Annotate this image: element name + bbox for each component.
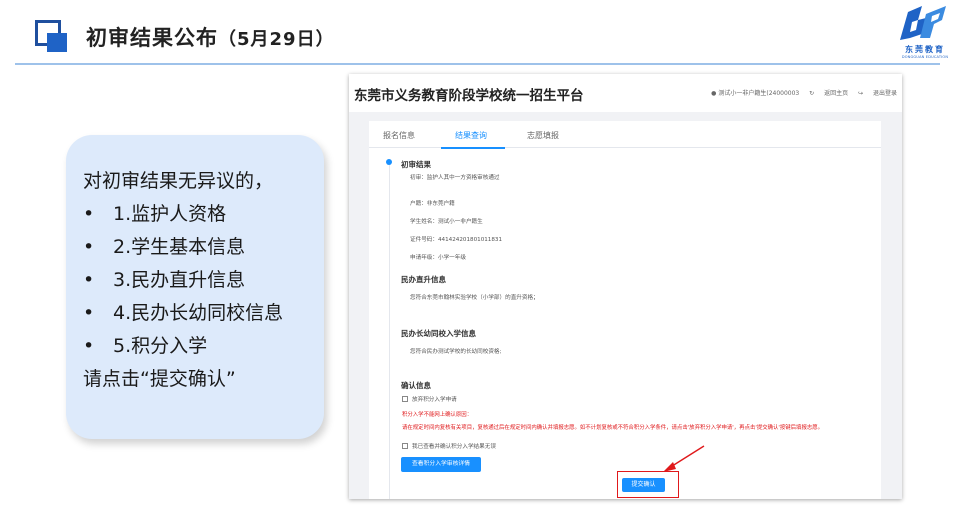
direct-section-title: 民办直升信息: [401, 275, 446, 284]
home-link[interactable]: ↻ 返回主页: [809, 90, 848, 97]
callout-item: • 4.民办长幼同校信息: [83, 297, 324, 330]
giveup-checkbox[interactable]: 放弃积分入学申请: [402, 395, 457, 403]
callout-item: • 5.积分入学: [83, 330, 324, 363]
slide-corner-icon: [35, 20, 67, 52]
reason-label: 积分入学不能网上确认原因：: [402, 412, 473, 418]
sibling-section-text: 您符合民办测试学校的长幼同校资格;: [410, 349, 502, 355]
header-divider: [15, 63, 940, 65]
confirm-checkbox[interactable]: 我已查看并确认积分入学结果无误: [402, 442, 496, 450]
reason-text: 请在规定时间内复核有关项目，复核通过后在规定时间内确认并填报志愿。如不计划复核或…: [402, 425, 824, 431]
submit-confirm-button[interactable]: 提交确认: [622, 478, 665, 492]
field-household: 户籍：非东莞户籍: [410, 201, 455, 207]
slide-title: 初审结果公布（5月29日）: [86, 22, 335, 52]
field-id-number: 证件号码：441424201801011831: [410, 237, 503, 243]
user-icon: ●: [711, 90, 717, 97]
direct-section-text: 您符合东莞市翰林实验学校（小学部）的直升资格；: [410, 295, 539, 301]
field-grade: 申请年级：小学一年级: [410, 255, 466, 261]
logout-link[interactable]: ↪ 退出登录: [858, 90, 897, 97]
callout-intro: 对初审结果无异议的，: [83, 170, 274, 192]
platform-header: 东莞市义务教育阶段学校统一招生平台 ● 测试小一非户籍生(24000003 ↻ 返…: [349, 74, 902, 112]
sibling-section-title: 民办长幼同校入学信息: [401, 329, 476, 338]
timeline-dot-icon: [386, 159, 392, 165]
bullet-icon: •: [83, 269, 95, 291]
checkbox-icon[interactable]: [402, 396, 408, 402]
callout-item: • 3.民办直升信息: [83, 264, 324, 297]
logo-text: 东莞教育: [905, 45, 945, 54]
tab-volunteer-fill[interactable]: 志愿填报: [527, 130, 559, 141]
bullet-icon: •: [83, 236, 95, 258]
instruction-callout: 对初审结果无异议的， • 1.监护人资格 • 2.学生基本信息 • 3.民办直升信息 …: [66, 135, 324, 439]
callout-item: • 2.学生基本信息: [83, 231, 324, 264]
logo-subtext: DONGGUAN EDUCATION: [901, 55, 949, 59]
slide-title-text: 初审结果公布: [86, 26, 218, 50]
active-tab-indicator: [441, 147, 505, 149]
confirm-section-title: 确认信息: [401, 381, 431, 390]
callout-item: • 1.监护人资格: [83, 198, 324, 231]
timeline-line: [389, 162, 390, 499]
result-panel: 报名信息 结果查询 志愿填报 初审结果 初审：监护人其中一方资格审核通过 户籍：…: [369, 121, 881, 499]
platform-screenshot: 东莞市义务教育阶段学校统一招生平台 ● 测试小一非户籍生(24000003 ↻ 返…: [349, 74, 902, 499]
slide-title-date: （5月29日）: [218, 29, 335, 50]
user-name: 测试小一非户籍生(24000003: [718, 90, 800, 97]
checkbox-icon[interactable]: [402, 443, 408, 449]
tab-bar: 报名信息 结果查询 志愿填报: [369, 121, 881, 149]
field-student-name: 学生姓名：测试小一非户籍生: [410, 219, 483, 225]
review-result: 初审：监护人其中一方资格审核通过: [410, 175, 500, 181]
tab-registration-info[interactable]: 报名信息: [383, 130, 415, 141]
result-section-title: 初审结果: [401, 160, 431, 169]
bullet-icon: •: [83, 335, 95, 357]
view-points-detail-button[interactable]: 查看积分入学审核详情: [401, 457, 481, 472]
user-bar: ● 测试小一非户籍生(24000003 ↻ 返回主页 ↪ 退出登录: [703, 88, 897, 97]
bullet-icon: •: [83, 302, 95, 324]
corner-square-filled: [47, 33, 67, 52]
callout-footer: 请点击“提交确认”: [83, 368, 236, 390]
tab-result-query[interactable]: 结果查询: [455, 130, 487, 141]
platform-title: 东莞市义务教育阶段学校统一招生平台: [354, 88, 584, 104]
bullet-icon: •: [83, 203, 95, 225]
